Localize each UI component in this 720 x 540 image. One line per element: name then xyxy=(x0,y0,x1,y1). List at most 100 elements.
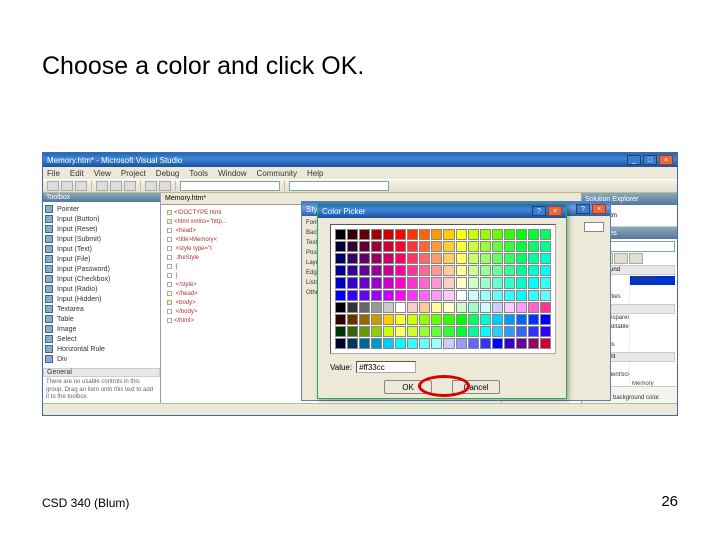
color-swatch[interactable] xyxy=(359,290,370,301)
toolbar-icon[interactable] xyxy=(96,181,108,191)
color-swatch[interactable] xyxy=(407,326,418,337)
color-swatch[interactable] xyxy=(419,253,430,264)
toolbox-item[interactable]: Input (Password) xyxy=(45,264,158,274)
color-swatch[interactable] xyxy=(516,338,527,349)
color-swatch[interactable] xyxy=(456,229,467,240)
color-swatch[interactable] xyxy=(419,265,430,276)
color-swatch[interactable] xyxy=(480,326,491,337)
color-swatch[interactable] xyxy=(371,302,382,313)
color-swatch[interactable] xyxy=(335,241,346,252)
toolbar-icon[interactable] xyxy=(61,181,73,191)
color-swatch[interactable] xyxy=(431,290,442,301)
color-swatch[interactable] xyxy=(431,314,442,325)
property-value[interactable] xyxy=(630,342,675,351)
menu-help[interactable]: Help xyxy=(307,169,323,178)
color-swatch[interactable] xyxy=(383,265,394,276)
toolbar-combo[interactable] xyxy=(289,181,389,191)
close-button[interactable]: × xyxy=(659,155,673,165)
color-swatch[interactable] xyxy=(443,290,454,301)
color-swatch[interactable] xyxy=(371,290,382,301)
color-value-input[interactable]: #ff33cc xyxy=(356,361,416,373)
menu-tools[interactable]: Tools xyxy=(189,169,208,178)
color-swatch[interactable] xyxy=(528,338,539,349)
menu-debug[interactable]: Debug xyxy=(156,169,180,178)
color-swatch[interactable] xyxy=(419,326,430,337)
toolbar-icon[interactable] xyxy=(75,181,87,191)
color-swatch[interactable] xyxy=(359,326,370,337)
color-swatch[interactable] xyxy=(516,229,527,240)
color-swatch[interactable] xyxy=(468,241,479,252)
color-swatch[interactable] xyxy=(540,290,551,301)
color-swatch[interactable] xyxy=(504,326,515,337)
color-swatch[interactable] xyxy=(443,265,454,276)
color-swatch[interactable] xyxy=(347,265,358,276)
toolbox-item[interactable]: Input (Radio) xyxy=(45,284,158,294)
color-swatch[interactable] xyxy=(468,314,479,325)
color-swatch[interactable] xyxy=(468,338,479,349)
toolbar-icon[interactable] xyxy=(110,181,122,191)
color-swatch[interactable] xyxy=(431,241,442,252)
color-swatch[interactable] xyxy=(456,338,467,349)
color-swatch[interactable] xyxy=(443,241,454,252)
toolbox-item[interactable]: Image xyxy=(45,324,158,334)
color-swatch[interactable] xyxy=(371,265,382,276)
toolbox-item[interactable]: Input (Reset) xyxy=(45,224,158,234)
vs-titlebar[interactable]: Memory.htm* - Microsoft Visual Studio _ … xyxy=(43,153,677,167)
color-swatch[interactable] xyxy=(492,326,503,337)
property-value[interactable] xyxy=(630,333,675,342)
color-swatch[interactable] xyxy=(528,290,539,301)
property-value[interactable] xyxy=(630,372,675,381)
menu-edit[interactable]: Edit xyxy=(70,169,84,178)
color-swatch[interactable] xyxy=(492,253,503,264)
color-swatch[interactable] xyxy=(359,302,370,313)
color-swatch[interactable] xyxy=(359,314,370,325)
color-swatch[interactable] xyxy=(395,302,406,313)
color-swatch[interactable] xyxy=(347,326,358,337)
color-swatch[interactable] xyxy=(480,302,491,313)
color-swatch[interactable] xyxy=(335,253,346,264)
color-swatch[interactable] xyxy=(419,241,430,252)
color-swatch[interactable] xyxy=(359,277,370,288)
ok-button[interactable]: OK xyxy=(384,380,432,394)
color-swatch[interactable] xyxy=(407,314,418,325)
color-swatch[interactable] xyxy=(431,277,442,288)
color-swatch[interactable] xyxy=(431,253,442,264)
color-swatch[interactable] xyxy=(383,290,394,301)
property-value[interactable]: #0033cc xyxy=(630,276,675,285)
color-swatch[interactable] xyxy=(407,338,418,349)
color-swatch[interactable] xyxy=(492,265,503,276)
color-swatch[interactable] xyxy=(407,302,418,313)
property-value[interactable] xyxy=(630,315,675,324)
toolbox-item[interactable]: Input (Hidden) xyxy=(45,294,158,304)
color-swatch[interactable] xyxy=(528,326,539,337)
color-swatch[interactable] xyxy=(347,314,358,325)
color-swatch[interactable] xyxy=(383,253,394,264)
color-swatch[interactable] xyxy=(456,302,467,313)
help-button[interactable]: ? xyxy=(576,204,590,214)
color-swatch[interactable] xyxy=(528,265,539,276)
toolbox-item[interactable]: Input (Submit) xyxy=(45,234,158,244)
color-swatch[interactable] xyxy=(335,314,346,325)
color-swatch[interactable] xyxy=(540,326,551,337)
color-swatch[interactable] xyxy=(516,290,527,301)
color-swatch[interactable] xyxy=(371,338,382,349)
color-swatch[interactable] xyxy=(371,229,382,240)
color-swatch[interactable] xyxy=(516,265,527,276)
close-icon[interactable]: × xyxy=(592,204,606,214)
color-swatch[interactable] xyxy=(504,229,515,240)
color-swatch[interactable] xyxy=(371,277,382,288)
color-swatch[interactable] xyxy=(395,241,406,252)
menu-window[interactable]: Window xyxy=(218,169,246,178)
color-swatch[interactable] xyxy=(468,253,479,264)
color-swatch[interactable] xyxy=(443,302,454,313)
color-swatch[interactable] xyxy=(407,290,418,301)
properties-tab[interactable] xyxy=(614,253,628,264)
color-swatch[interactable] xyxy=(335,338,346,349)
color-swatch[interactable] xyxy=(443,338,454,349)
color-swatch[interactable] xyxy=(528,314,539,325)
color-swatch[interactable] xyxy=(359,265,370,276)
color-swatch[interactable] xyxy=(540,277,551,288)
color-swatch[interactable] xyxy=(347,253,358,264)
color-swatch[interactable] xyxy=(456,265,467,276)
color-swatch[interactable] xyxy=(431,326,442,337)
